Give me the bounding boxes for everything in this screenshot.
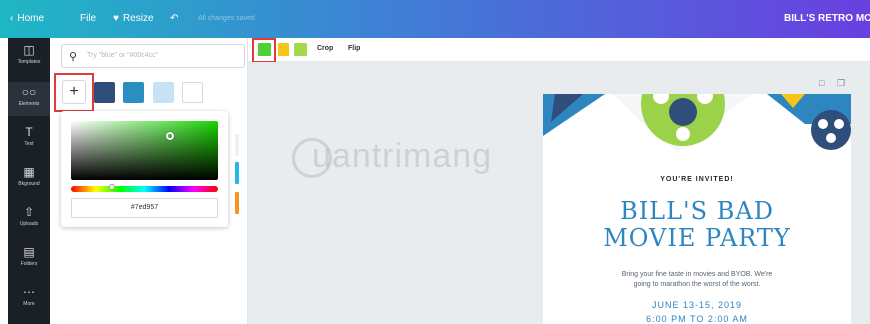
small-reel-hole: [818, 119, 828, 129]
undo-button[interactable]: ↶: [170, 13, 178, 24]
retro-film-art: [543, 94, 851, 152]
small-reel-hole: [826, 133, 836, 143]
party-title-line2: MOVIE PARTY: [603, 224, 791, 252]
chevron-left-icon: ‹: [10, 13, 14, 24]
color-swatch[interactable]: [123, 82, 144, 103]
small-reel: [811, 110, 851, 150]
rail-item-background[interactable]: ▦ Bkground: [8, 166, 50, 187]
invited-heading: YOU'RE INVITED!: [660, 176, 734, 183]
heart-icon: ♥: [113, 13, 119, 24]
watermark-text: uantrimang: [312, 137, 493, 175]
rail-item-elements[interactable]: ○○ Elements: [8, 82, 50, 116]
color-swatch-peek[interactable]: [235, 134, 239, 156]
background-icon: ▦: [23, 165, 35, 179]
event-date: JUNE 13-15, 2019: [651, 300, 743, 310]
resize-button[interactable]: ♥ Resize: [113, 13, 154, 24]
invitation-body: Bring your fine taste in movies and BYOB…: [621, 271, 773, 288]
color-picker-popover: #7ed957: [61, 111, 228, 227]
color-panel: ⚲ Try "blue" or "#00c4cc" + #7ed957: [50, 38, 248, 324]
hex-input[interactable]: #7ed957: [71, 198, 218, 218]
invitation-card[interactable]: YOU'RE INVITED! BILL'S BAD MOVIE PARTY B…: [543, 94, 851, 324]
uploads-icon: ⇧: [23, 205, 35, 219]
rail-item-text[interactable]: T Text: [8, 126, 50, 147]
saturation-field[interactable]: [71, 121, 218, 180]
small-reel-hole: [834, 119, 844, 129]
rail-item-more[interactable]: ⋯ More: [8, 286, 50, 307]
film-reel-hub: [669, 98, 697, 126]
event-time: 6:00 PM TO 2:00 AM: [646, 314, 748, 324]
hue-handle[interactable]: [109, 184, 115, 190]
flip-button[interactable]: Flip: [348, 45, 360, 52]
rail-item-folders[interactable]: ▤ Folders: [8, 246, 50, 267]
templates-icon: ◫: [23, 43, 35, 57]
undo-icon: ↶: [170, 13, 179, 24]
copy-icon[interactable]: ❐: [837, 78, 845, 89]
home-button[interactable]: ‹ Home: [10, 13, 44, 24]
comment-icon[interactable]: □: [819, 78, 824, 88]
highlight-box: [54, 73, 94, 112]
file-menu[interactable]: File: [80, 13, 96, 24]
color-swatch[interactable]: [182, 82, 203, 103]
rail-item-templates[interactable]: ◫ Templates: [8, 44, 50, 65]
crop-button[interactable]: Crop: [317, 45, 333, 52]
text-icon: T: [25, 125, 33, 139]
hue-slider[interactable]: [71, 184, 218, 192]
color-swatch-peek[interactable]: [235, 162, 239, 184]
top-bar: ‹ Home File ♥ Resize ↶ All changes saved…: [0, 0, 870, 38]
design-title[interactable]: BILL'S RETRO MOVIE I: [784, 13, 870, 24]
reel-hole: [676, 127, 690, 141]
saturation-handle[interactable]: [166, 132, 174, 140]
party-title-line1: BILL'S BAD: [620, 197, 774, 225]
design-canvas[interactable]: □ ❐ YOU'RE INVITED! BILL'S BAD MOVIE PAR…: [248, 62, 870, 324]
color-swatch[interactable]: [94, 82, 115, 103]
rail-item-uploads[interactable]: ⇧ Uploads: [8, 206, 50, 227]
search-icon: ⚲: [69, 51, 78, 63]
color-search-input[interactable]: ⚲ Try "blue" or "#00c4cc": [61, 44, 245, 68]
toolbar-color-swatch[interactable]: [294, 43, 307, 56]
highlight-box: [252, 38, 276, 63]
elements-icon: ○○: [21, 85, 37, 99]
more-icon: ⋯: [23, 285, 35, 299]
toolbar-color-swatch[interactable]: [278, 43, 289, 56]
edit-toolbar: Crop Flip: [248, 38, 870, 63]
left-rail: ◫ Templates ○○ Elements T Text ▦ Bkgroun…: [8, 38, 50, 324]
folders-icon: ▤: [23, 245, 35, 259]
color-swatch[interactable]: [153, 82, 174, 103]
color-swatch-peek[interactable]: [235, 192, 239, 214]
save-status: All changes saved: [198, 15, 255, 22]
